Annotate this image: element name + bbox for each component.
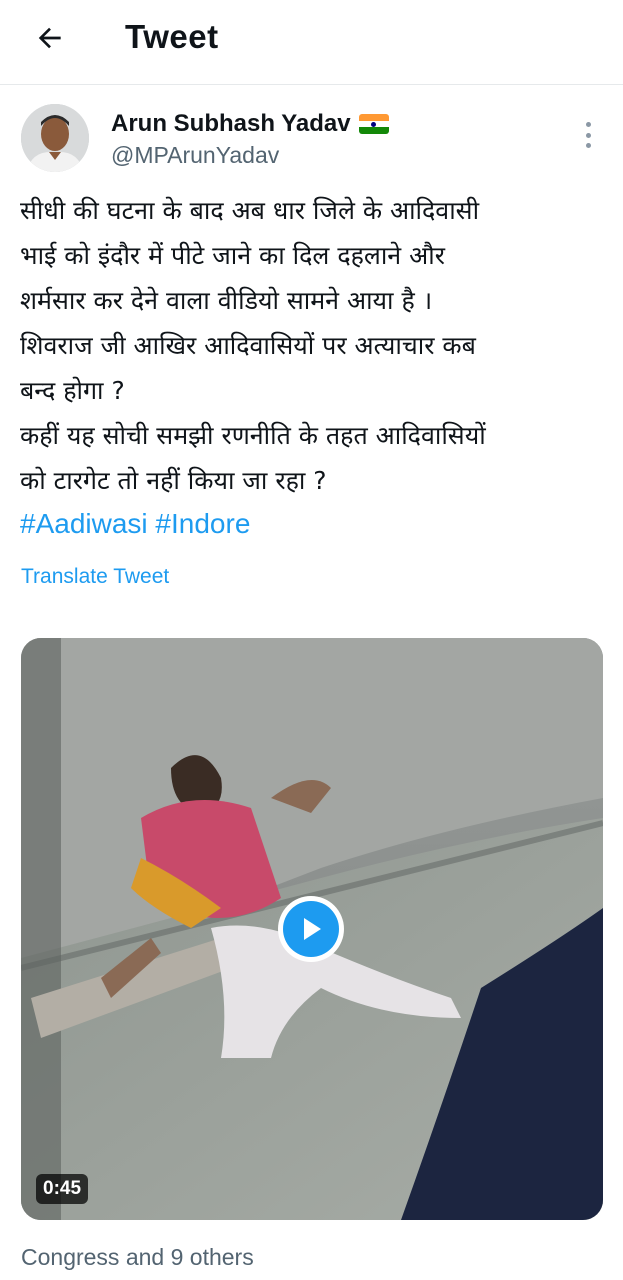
page-title: Tweet: [125, 18, 219, 55]
author-row: Arun Subhash Yadav: [111, 110, 389, 138]
video-player[interactable]: 0:45: [21, 638, 603, 1220]
hashtags: #Aadiwasi #Indore: [20, 508, 250, 540]
avatar-image: [21, 104, 89, 172]
tweet-text-line: बन्द होगा ?: [20, 376, 125, 405]
translate-tweet-link[interactable]: Translate Tweet: [21, 565, 169, 589]
tweet-text-line: भाई को इंदौर में पीटे जाने का दिल दहलाने…: [20, 241, 445, 270]
play-icon: [283, 901, 339, 957]
tweet-text-line: सीधी की घटना के बाद अब धार जिले के आदिवा…: [20, 196, 480, 225]
tweet-text: सीधी की घटना के बाद अब धार जिले के आदिवा…: [20, 188, 605, 503]
india-flag-icon: [358, 114, 389, 134]
more-vertical-icon[interactable]: [578, 120, 598, 150]
back-button[interactable]: [30, 18, 70, 58]
hashtag-link[interactable]: #Aadiwasi: [20, 508, 148, 539]
tweet-text-line: को टारगेट तो नहीं किया जा रहा ?: [20, 466, 327, 495]
back-arrow-icon: [38, 27, 61, 49]
author-name[interactable]: Arun Subhash Yadav: [111, 110, 351, 138]
hashtag-link[interactable]: #Indore: [155, 508, 250, 539]
tweet-text-line: शिवराज जी आखिर आदिवासियों पर अत्याचार कब: [20, 331, 476, 360]
tweet-text-line: कहीं यह सोची समझी रणनीति के तहत आदिवासिय…: [20, 421, 486, 450]
video-duration-badge: 0:45: [36, 1174, 89, 1204]
avatar[interactable]: [21, 104, 89, 172]
play-button[interactable]: [278, 896, 344, 962]
author-handle[interactable]: @MPArunYadav: [111, 142, 279, 169]
tweet-text-line: शर्मसार कर देने वाला वीडियो सामने आया है…: [20, 286, 433, 315]
liked-by-text[interactable]: Congress and 9 others: [21, 1244, 254, 1271]
top-bar: Tweet: [0, 0, 623, 85]
